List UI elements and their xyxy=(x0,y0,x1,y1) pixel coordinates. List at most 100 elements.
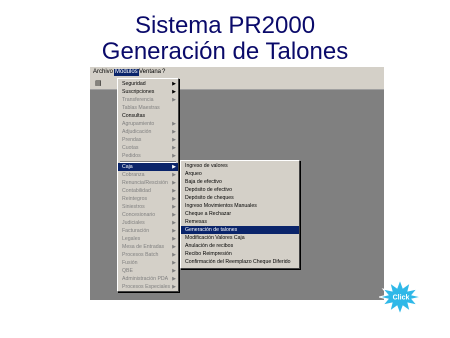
tree-view-icon[interactable]: ▤ xyxy=(95,80,103,87)
modulos-menu-item-label: Siniestros xyxy=(122,204,145,210)
modulos-menu-item[interactable]: Administración PDA ▶ xyxy=(118,275,178,283)
modulos-menu-item-label: Pedidos xyxy=(122,153,141,159)
caja-submenu-item[interactable]: Arqueo xyxy=(181,170,299,178)
modulos-menu-item[interactable]: Pedidos ▶ xyxy=(118,152,178,160)
caja-submenu-item[interactable]: Confirmación del Reemplazo Cheque Diferi… xyxy=(181,258,299,266)
modulos-menu-item[interactable]: Judiciales ▶ xyxy=(118,219,178,227)
menu-bar: Archivo Módulos Ventana ? xyxy=(90,67,384,78)
submenu-arrow-icon: ▶ xyxy=(172,89,176,95)
modulos-menu-item[interactable]: Cuotas ▶ xyxy=(118,144,178,152)
modulos-menu-item[interactable]: Tablas Maestras xyxy=(118,104,178,112)
callout-label: Click xyxy=(393,295,410,302)
submenu-arrow-icon: ▶ xyxy=(172,196,176,202)
caja-submenu-item-label: Recibo Reimpresión xyxy=(185,251,232,257)
modulos-menu-item-label: Legales xyxy=(122,236,141,242)
modulos-menu-item[interactable]: Cobranza ▶ xyxy=(118,171,178,179)
caja-submenu-item[interactable]: Ingreso Movimientos Manuales xyxy=(181,202,299,210)
modulos-menu-item-label: Judiciales xyxy=(122,220,145,226)
caja-submenu-item-label: Baja de efectivo xyxy=(185,179,222,185)
modulos-menu-item[interactable]: Facturación ▶ xyxy=(118,227,178,235)
submenu-arrow-icon: ▶ xyxy=(172,153,176,159)
modulos-menu-item[interactable]: Adjudicación ▶ xyxy=(118,128,178,136)
modulos-menu-item-label: Renuncia/Rescisión xyxy=(122,180,168,186)
submenu-arrow-icon: ▶ xyxy=(172,268,176,274)
modulos-menu-item[interactable]: Siniestros ▶ xyxy=(118,203,178,211)
submenu-arrow-icon: ▶ xyxy=(172,212,176,218)
menu-help[interactable]: ? xyxy=(162,69,165,76)
modulos-menu-item[interactable]: Caja ▶ xyxy=(118,163,178,171)
modulos-menu-item-label: Tablas Maestras xyxy=(122,105,160,111)
modulos-menu-item-label: Suscripciones xyxy=(122,89,155,95)
app-window: Archivo Módulos Ventana ? ▤ Seguridad ▶ Su… xyxy=(90,67,421,314)
caja-submenu-item-label: Cheque a Rechazar xyxy=(185,211,232,217)
submenu-arrow-icon: ▶ xyxy=(172,81,176,87)
modulos-menu-item-label: Mesa de Entradas xyxy=(122,244,165,250)
modulos-menu-item[interactable]: Seguridad ▶ xyxy=(118,80,178,88)
modulos-menu-item[interactable]: Contabilidad ▶ xyxy=(118,187,178,195)
caja-submenu-item-label: Modificación Valores Caja xyxy=(185,235,245,241)
caja-submenu-item[interactable]: Depósito de efectivo xyxy=(181,186,299,194)
submenu-arrow-icon: ▶ xyxy=(172,145,176,151)
submenu-arrow-icon: ▶ xyxy=(172,276,176,282)
modulos-menu-item[interactable]: Concesionario ▶ xyxy=(118,211,178,219)
modulos-menu-item[interactable]: Procesos Especiales ▶ xyxy=(118,283,178,291)
submenu-arrow-icon: ▶ xyxy=(172,260,176,266)
modulos-menu-item-label: Seguridad xyxy=(122,81,146,87)
caja-submenu: Ingreso de valores Arqueo Baja de efectivo… xyxy=(180,160,300,269)
modulos-menu-item[interactable]: QBE ▶ xyxy=(118,267,178,275)
submenu-arrow-icon: ▶ xyxy=(172,228,176,234)
slide-title-line-2: Generación de Talones xyxy=(101,38,349,65)
modulos-menu-item-label: QBE xyxy=(122,268,133,274)
modulos-menu-item-label: Prendas xyxy=(122,137,142,143)
caja-submenu-item[interactable]: Anulación de recibos xyxy=(181,242,299,250)
modulos-menu-item[interactable]: Transferencia ▶ xyxy=(118,96,178,104)
caja-submenu-item[interactable]: Baja de efectivo xyxy=(181,178,299,186)
submenu-arrow-icon: ▶ xyxy=(172,204,176,210)
modulos-menu-item-label: Agrupamiento xyxy=(122,121,155,127)
modulos-menu-item-label: Caja xyxy=(122,164,133,170)
modulos-menu-item-label: Administración PDA xyxy=(122,276,169,282)
caja-submenu-item-label: Generación de talones xyxy=(185,227,238,233)
caja-submenu-item[interactable]: Ingreso de valores xyxy=(181,162,299,170)
caja-submenu-item[interactable]: Remesas xyxy=(181,218,299,226)
submenu-arrow-icon: ▶ xyxy=(172,252,176,258)
menu-archivo[interactable]: Archivo xyxy=(93,69,113,76)
caja-submenu-item-label: Depósito de cheques xyxy=(185,195,234,201)
modulos-menu-item[interactable]: Fusión ▶ xyxy=(118,259,178,267)
modulos-menu-item-label: Contabilidad xyxy=(122,188,151,194)
caja-submenu-item-label: Depósito de efectivo xyxy=(185,187,233,193)
submenu-arrow-icon: ▶ xyxy=(172,129,176,135)
modulos-menu-item[interactable]: Mesa de Entradas ▶ xyxy=(118,243,178,251)
caja-submenu-item[interactable]: Generación de talones xyxy=(181,226,299,234)
modulos-menu-item-label: Facturación xyxy=(122,228,150,234)
modulos-menu-item[interactable]: Legales ▶ xyxy=(118,235,178,243)
click-callout: Click xyxy=(379,280,421,314)
caja-submenu-item[interactable]: Recibo Reimpresión xyxy=(181,250,299,258)
modulos-menu-item[interactable]: Suscripciones ▶ xyxy=(118,88,178,96)
modulos-menu-item[interactable]: Prendas ▶ xyxy=(118,136,178,144)
submenu-arrow-icon: ▶ xyxy=(172,220,176,226)
caja-submenu-item[interactable]: Depósito de cheques xyxy=(181,194,299,202)
modulos-menu-item-label: Cobranza xyxy=(122,172,145,178)
modulos-menu-item[interactable]: Procesos Batch ▶ xyxy=(118,251,178,259)
modulos-menu-item-label: Cuotas xyxy=(122,145,139,151)
modulos-menu: Seguridad ▶ Suscripciones ▶ Transferencia ▶ Ta… xyxy=(117,78,179,292)
submenu-arrow-icon: ▶ xyxy=(172,284,176,290)
caja-submenu-item-label: Confirmación del Reemplazo Cheque Diferi… xyxy=(185,259,291,265)
menu-ventana[interactable]: Ventana xyxy=(139,69,161,76)
modulos-menu-item-label: Procesos Batch xyxy=(122,252,159,258)
modulos-menu-item-label: Adjudicación xyxy=(122,129,152,135)
modulos-menu-item[interactable]: Renuncia/Rescisión ▶ xyxy=(118,179,178,187)
modulos-menu-item[interactable]: Agrupamiento ▶ xyxy=(118,120,178,128)
caja-submenu-item[interactable]: Cheque a Rechazar xyxy=(181,210,299,218)
modulos-menu-item[interactable]: Reintegros ▶ xyxy=(118,195,178,203)
caja-submenu-item[interactable]: Modificación Valores Caja xyxy=(181,234,299,242)
modulos-menu-item[interactable]: Consultas xyxy=(118,112,178,120)
caja-submenu-item-label: Anulación de recibos xyxy=(185,243,234,249)
modulos-menu-item-label: Procesos Especiales xyxy=(122,284,171,290)
caja-submenu-item-label: Ingreso Movimientos Manuales xyxy=(185,203,257,209)
modulos-menu-item-label: Reintegros xyxy=(122,196,148,202)
menu-modulos[interactable]: Módulos xyxy=(114,69,139,76)
submenu-arrow-icon: ▶ xyxy=(172,121,176,127)
submenu-arrow-icon: ▶ xyxy=(172,164,176,170)
